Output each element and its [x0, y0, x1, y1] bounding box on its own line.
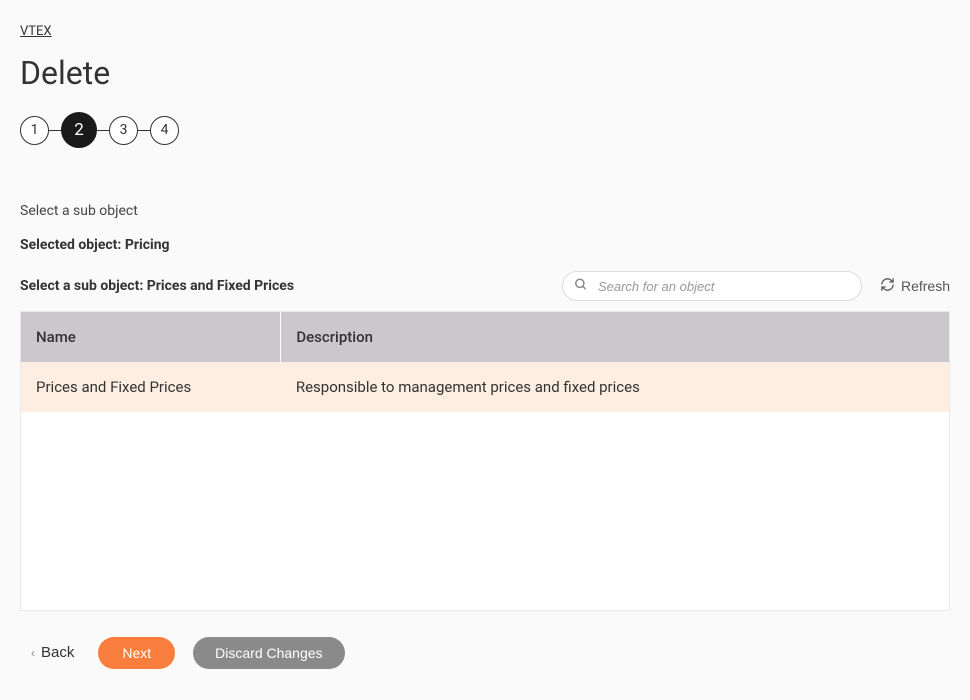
selected-object-value: Pricing — [125, 237, 170, 253]
step-4[interactable]: 4 — [150, 116, 179, 145]
next-button[interactable]: Next — [98, 637, 175, 669]
footer-actions: ‹ Back Next Discard Changes — [20, 636, 950, 669]
selected-object-line: Selected object: Pricing — [20, 237, 950, 253]
step-2[interactable]: 2 — [61, 112, 97, 148]
page-title: Delete — [20, 54, 950, 92]
step-3[interactable]: 3 — [109, 116, 138, 145]
table-header-name: Name — [21, 312, 281, 362]
table-row[interactable]: Prices and Fixed Prices Responsible to m… — [21, 362, 949, 412]
refresh-icon — [880, 277, 895, 295]
sub-object-label: Select a sub object: — [20, 278, 143, 294]
stepper: 1 2 3 4 — [20, 112, 950, 148]
step-1[interactable]: 1 — [20, 116, 49, 145]
step-connector — [49, 130, 61, 131]
discard-button[interactable]: Discard Changes — [193, 637, 344, 669]
selected-object-label: Selected object: — [20, 237, 121, 253]
step-connector — [138, 130, 150, 131]
search-box — [562, 271, 862, 301]
breadcrumb-link[interactable]: VTEX — [20, 24, 52, 39]
sub-object-line: Select a sub object: Prices and Fixed Pr… — [20, 278, 294, 294]
sub-object-value: Prices and Fixed Prices — [147, 278, 294, 294]
table-header-description: Description — [281, 312, 949, 362]
back-button[interactable]: ‹ Back — [25, 636, 80, 669]
table-cell-description: Responsible to management prices and fix… — [281, 362, 949, 412]
instruction-text: Select a sub object — [20, 203, 950, 219]
refresh-label: Refresh — [901, 278, 950, 294]
objects-table: Name Description Prices and Fixed Prices… — [21, 312, 949, 412]
table-container: Name Description Prices and Fixed Prices… — [20, 311, 950, 611]
refresh-button[interactable]: Refresh — [880, 277, 950, 295]
step-connector — [97, 130, 109, 131]
table-cell-name: Prices and Fixed Prices — [21, 362, 281, 412]
back-label: Back — [41, 644, 74, 661]
chevron-left-icon: ‹ — [31, 646, 35, 660]
search-input[interactable] — [562, 271, 862, 301]
